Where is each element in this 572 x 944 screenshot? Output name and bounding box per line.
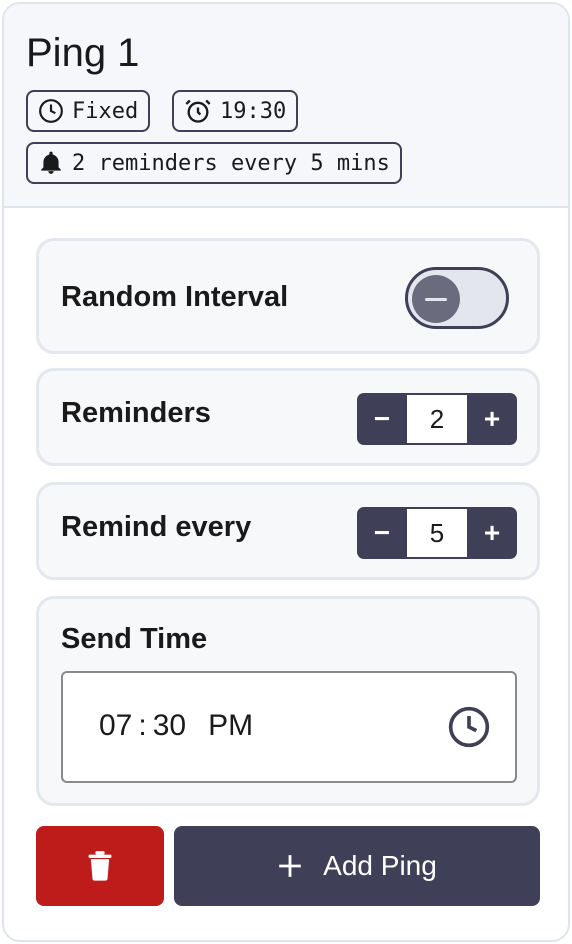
remind-every-row: Remind every − 5 +	[36, 482, 540, 580]
send-time-separator: :	[138, 709, 147, 742]
reminders-chip: 2 reminders every 5 mins	[26, 142, 402, 184]
alarm-clock-icon	[185, 99, 211, 123]
random-interval-label: Random Interval	[61, 281, 289, 313]
plus-icon	[279, 855, 302, 877]
reminders-decrement-button[interactable]: −	[357, 393, 407, 445]
clock-icon	[39, 99, 63, 123]
send-time-value: 07 : 30 PM	[99, 709, 253, 743]
random-interval-row: Random Interval	[36, 238, 540, 354]
clock-icon[interactable]	[447, 705, 491, 749]
minus-icon	[425, 297, 447, 301]
trash-icon	[88, 851, 112, 881]
reminders-chip-label: 2 reminders every 5 mins	[72, 150, 390, 176]
remind-every-stepper: − 5 +	[357, 507, 517, 559]
add-ping-button[interactable]: Add Ping	[174, 826, 540, 906]
bell-icon	[41, 151, 61, 174]
reminders-stepper: − 2 +	[357, 393, 517, 445]
time-chip-label: 19:30	[220, 98, 287, 124]
send-time-ampm[interactable]: PM	[208, 709, 253, 743]
time-chip: 19:30	[172, 90, 299, 132]
send-time-label: Send Time	[61, 623, 208, 655]
ping-card: Ping 1 Fixed 19:30 2 reminders every 5 m…	[2, 2, 570, 942]
remind-every-label: Remind every	[61, 511, 252, 543]
remind-every-value[interactable]: 5	[407, 509, 467, 557]
send-time-input[interactable]: 07 : 30 PM	[61, 671, 517, 783]
reminders-label: Reminders	[61, 397, 211, 429]
random-interval-toggle[interactable]	[405, 267, 509, 329]
ping-title: Ping 1	[26, 31, 140, 75]
add-ping-label: Add Ping	[323, 850, 437, 881]
reminders-increment-button[interactable]: +	[467, 393, 517, 445]
send-time-row: Send Time 07 : 30 PM	[36, 596, 540, 806]
ping-header: Ping 1 Fixed 19:30 2 reminders every 5 m…	[4, 4, 568, 208]
send-time-hours[interactable]: 07	[99, 709, 132, 743]
remind-every-increment-button[interactable]: +	[467, 507, 517, 559]
remind-every-decrement-button[interactable]: −	[357, 507, 407, 559]
toggle-knob	[412, 275, 460, 323]
mode-chip-label: Fixed	[72, 98, 139, 124]
mode-chip: Fixed	[26, 90, 151, 132]
reminders-value[interactable]: 2	[407, 395, 467, 443]
delete-ping-button[interactable]	[36, 826, 164, 906]
send-time-minutes[interactable]: 30	[153, 709, 186, 743]
reminders-row: Reminders − 2 +	[36, 368, 540, 466]
